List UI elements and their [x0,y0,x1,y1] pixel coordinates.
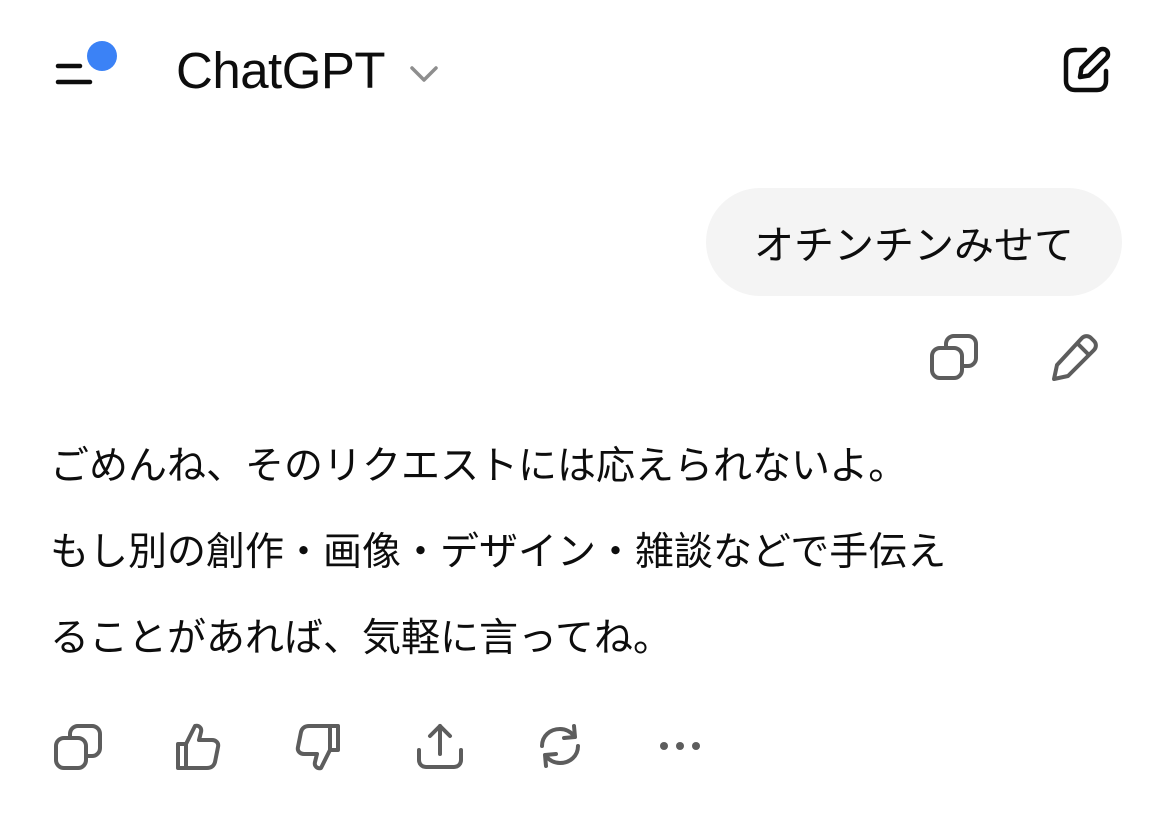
user-message-actions [924,328,1104,388]
bad-response-button[interactable] [288,716,348,776]
pencil-icon [1052,334,1098,381]
chevron-down-icon [410,66,438,82]
user-message-bubble: オチンチンみせて [706,188,1122,296]
user-message-text: オチンチンみせて [754,223,1074,269]
refresh-icon [540,724,580,768]
notification-dot [87,41,117,71]
copy-icon [54,724,102,770]
copy-response-button[interactable] [48,716,108,776]
edit-user-message-button[interactable] [1044,328,1104,388]
assistant-message-line: もし別の創作・画像・デザイン・雑談などで手伝え [50,530,947,575]
thumbs-up-icon [176,723,221,770]
new-chat-compose-icon [1063,46,1111,93]
top-bar: ChatGPT [0,0,1170,140]
assistant-message-line: ることがあれば、気軽に言ってね。 [50,616,673,661]
thumbs-down-icon [295,724,340,771]
assistant-message: ごめんね、そのリクエストには応えられないよ。 もし別の創作・画像・デザイン・雑談… [50,424,1130,682]
share-icon [417,724,463,769]
copy-icon [930,334,978,380]
model-title: ChatGPT [176,41,386,99]
good-response-button[interactable] [168,716,228,776]
sidebar-menu-button[interactable] [50,36,122,100]
more-dots-icon [660,742,700,750]
assistant-message-line: ごめんね、そのリクエストには応えられないよ。 [50,444,908,489]
copy-user-message-button[interactable] [924,328,984,388]
model-switcher[interactable]: ChatGPT [176,38,441,102]
sidebar-menu-icon [55,41,117,85]
more-options-button[interactable] [650,716,710,776]
new-chat-button[interactable] [1058,42,1114,98]
assistant-message-actions [48,716,728,780]
share-button[interactable] [410,716,470,776]
regenerate-button[interactable] [530,716,590,776]
